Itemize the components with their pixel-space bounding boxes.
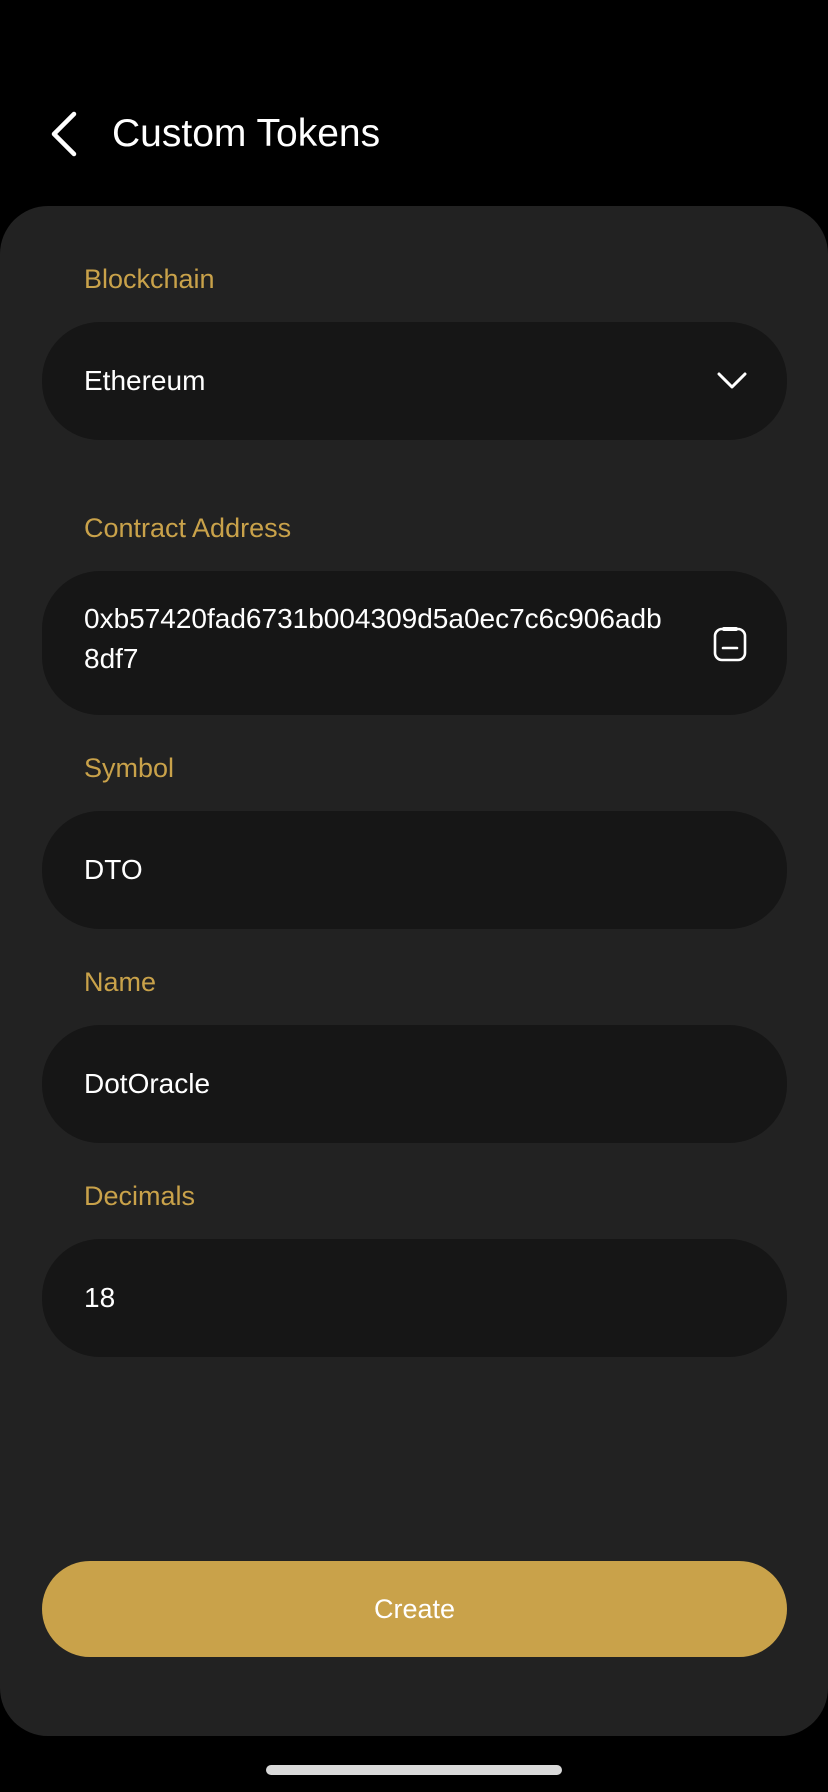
chevron-down-icon xyxy=(717,372,747,389)
blockchain-value: Ethereum xyxy=(84,365,206,396)
home-indicator xyxy=(266,1765,562,1775)
paste-icon[interactable] xyxy=(711,625,749,663)
symbol-input[interactable]: DTO xyxy=(42,811,787,929)
symbol-label: Symbol xyxy=(84,753,175,783)
contract-address-field[interactable]: 0xb57420fad6731b004309d5a0ec7c6c906adb8d… xyxy=(42,571,787,715)
decimals-input[interactable]: 18 xyxy=(42,1239,787,1357)
page-title: Custom Tokens xyxy=(112,112,381,155)
create-button[interactable]: Create xyxy=(42,1561,787,1657)
back-button[interactable] xyxy=(44,108,88,160)
form-panel: Blockchain Ethereum Contract Address 0xb… xyxy=(0,206,828,1736)
name-value: DotOracle xyxy=(84,1068,211,1099)
contract-address-label: Contract Address xyxy=(84,513,292,543)
header: Custom Tokens xyxy=(0,90,828,170)
symbol-value: DTO xyxy=(84,854,143,885)
name-input[interactable]: DotOracle xyxy=(42,1025,787,1143)
screen: Custom Tokens Blockchain Ethereum Contra… xyxy=(0,0,828,1792)
blockchain-select[interactable]: Ethereum xyxy=(42,322,787,440)
chevron-left-icon xyxy=(51,111,77,157)
blockchain-label: Blockchain xyxy=(84,264,215,294)
contract-address-value: 0xb57420fad6731b004309d5a0ec7c6c906adb8d… xyxy=(84,603,662,674)
decimals-label: Decimals xyxy=(84,1181,196,1211)
decimals-value: 18 xyxy=(84,1282,116,1313)
name-label: Name xyxy=(84,967,157,997)
